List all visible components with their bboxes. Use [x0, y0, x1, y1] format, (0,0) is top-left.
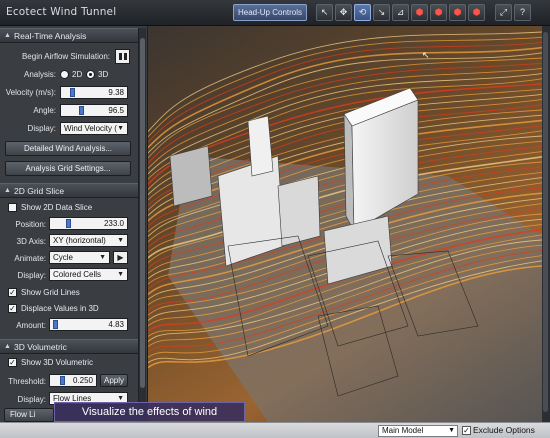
section-realtime-header[interactable]: ▲ Real-Time Analysis — [0, 28, 138, 43]
help-icon[interactable]: ? — [514, 4, 531, 21]
position-label: Position: — [15, 220, 46, 229]
flow-lines-button[interactable]: Flow Li — [4, 408, 54, 422]
section-grid-slice-header[interactable]: ▲ 2D Grid Slice — [0, 183, 138, 198]
show-3d-volumetric-checkbox[interactable]: ✓ — [8, 358, 17, 367]
exclude-options-label: Exclude Options — [473, 425, 535, 435]
show-2d-slice-checkbox[interactable] — [8, 203, 17, 212]
analysis-grid-settings-button[interactable]: Analysis Grid Settings... — [5, 161, 131, 176]
amount-slider[interactable]: 4.83 — [49, 318, 128, 331]
angle-slider-knob[interactable] — [79, 106, 84, 115]
show-3d-volumetric-label: Show 3D Volumetric — [21, 358, 94, 367]
detailed-wind-analysis-button[interactable]: Detailed Wind Analysis... — [5, 141, 131, 156]
angle-value: 96.5 — [108, 106, 124, 115]
threshold-value: 0.250 — [72, 376, 93, 385]
analysis-2d-label: 2D — [72, 70, 83, 79]
displace-values-label: Displace Values in 3D — [21, 304, 99, 313]
show-2d-slice-label: Show 2D Data Slice — [21, 203, 93, 212]
panel-scrollbar-thumb[interactable] — [140, 38, 145, 388]
animate-select[interactable]: Cycle ▼ — [49, 251, 110, 264]
show-grid-lines-label: Show Grid Lines — [21, 288, 80, 297]
box-red-4-icon[interactable]: ⬢ — [468, 4, 485, 21]
apply-threshold-button[interactable]: Apply — [100, 374, 128, 387]
amount-slider-knob[interactable] — [53, 320, 58, 329]
head-up-controls-button[interactable]: Head-Up Controls — [233, 4, 307, 21]
axis-label: 3D Axis: — [16, 237, 46, 246]
analysis-2d-radio[interactable] — [60, 70, 69, 79]
block-c — [277, 175, 321, 247]
dropdown-arrow-icon: ▼ — [117, 237, 124, 244]
position-slider-knob[interactable] — [66, 219, 71, 228]
begin-sim-label: Begin Airflow Simulation: — [21, 52, 110, 61]
pause-simulation-button[interactable] — [115, 49, 130, 64]
amount-value: 4.83 — [108, 320, 124, 329]
position-slider[interactable]: 233.0 — [49, 217, 128, 230]
panel-scrollbar[interactable] — [138, 28, 146, 418]
video-caption: Visualize the effects of wind — [54, 402, 245, 422]
display-label: Display: — [27, 124, 56, 133]
velocity-slider[interactable]: 9.38 — [60, 86, 128, 99]
viewport-scrollbar-thumb[interactable] — [543, 32, 548, 412]
collapse-icon: ▲ — [4, 343, 11, 350]
dropdown-arrow-icon: ▼ — [99, 254, 106, 261]
block-d — [169, 145, 213, 207]
analysis-3d-radio[interactable] — [86, 70, 95, 79]
slice-display-label: Display: — [17, 271, 46, 280]
box-red-icon[interactable]: ⬢ — [411, 4, 428, 21]
collapse-icon: ▲ — [4, 187, 11, 194]
angle-slider[interactable]: 96.5 — [60, 104, 128, 117]
block-a — [217, 155, 285, 267]
slice-display-select[interactable]: Colored Cells ▼ — [49, 268, 128, 281]
probe-icon[interactable]: ↘ — [373, 4, 390, 21]
axis-select[interactable]: XY (horizontal) ▼ — [49, 234, 128, 247]
analysis-panel: ▲ Real-Time Analysis Begin Airflow Simul… — [0, 26, 148, 422]
slice-icon[interactable]: ⊿ — [392, 4, 409, 21]
pointer-icon[interactable]: ↖ — [316, 4, 333, 21]
wind-tunnel-viewport[interactable]: ↖ — [148, 26, 542, 422]
app-title: Ecotect Wind Tunnel — [6, 6, 117, 18]
play-animation-button[interactable]: ▶ — [113, 251, 128, 264]
show-grid-lines-checkbox[interactable]: ✓ — [8, 288, 17, 297]
mouse-cursor-icon: ↖ — [422, 51, 430, 61]
velocity-label: Velocity (m/s): — [5, 88, 56, 97]
orbit-icon[interactable]: ⟲ — [354, 4, 371, 21]
exclude-options-checkbox[interactable]: ✓ — [462, 426, 471, 435]
dropdown-arrow-icon: ▼ — [117, 271, 124, 278]
threshold-slider[interactable]: 0.250 — [49, 374, 97, 387]
volumetric-display-label: Display: — [17, 395, 46, 404]
dropdown-arrow-icon: ▼ — [117, 125, 124, 132]
display-select[interactable]: Wind Velocity ( ▼ — [60, 122, 128, 135]
section-volumetric-header[interactable]: ▲ 3D Volumetric — [0, 339, 138, 354]
scene-3d: ↖ — [148, 31, 542, 422]
displace-values-checkbox[interactable]: ✓ — [8, 304, 17, 313]
angle-label: Angle: — [33, 106, 56, 115]
status-bar: Main Model ▼ ✓ Exclude Options — [0, 422, 550, 438]
threshold-label: Threshold: — [8, 377, 46, 386]
animate-label: Animate: — [14, 254, 46, 263]
box-red-3-icon[interactable]: ⬢ — [449, 4, 466, 21]
position-value: 233.0 — [103, 219, 124, 228]
fit-view-icon[interactable]: ⤢ — [495, 4, 512, 21]
title-toolbar: Ecotect Wind Tunnel Head-Up Controls ↖ ✥ ⟲… — [0, 0, 550, 26]
amount-label: Amount: — [16, 321, 46, 330]
model-select[interactable]: Main Model ▼ — [378, 425, 458, 437]
pan-icon[interactable]: ✥ — [335, 4, 352, 21]
viewport-scrollbar[interactable] — [542, 26, 550, 422]
box-red-2-icon[interactable]: ⬢ — [430, 4, 447, 21]
analysis-label: Analysis: — [23, 70, 56, 79]
velocity-slider-knob[interactable] — [70, 88, 75, 97]
collapse-icon: ▲ — [4, 32, 11, 39]
analysis-3d-label: 3D — [98, 70, 109, 79]
dropdown-arrow-icon: ▼ — [448, 427, 455, 434]
velocity-value: 9.38 — [108, 88, 124, 97]
threshold-slider-knob[interactable] — [60, 376, 65, 385]
